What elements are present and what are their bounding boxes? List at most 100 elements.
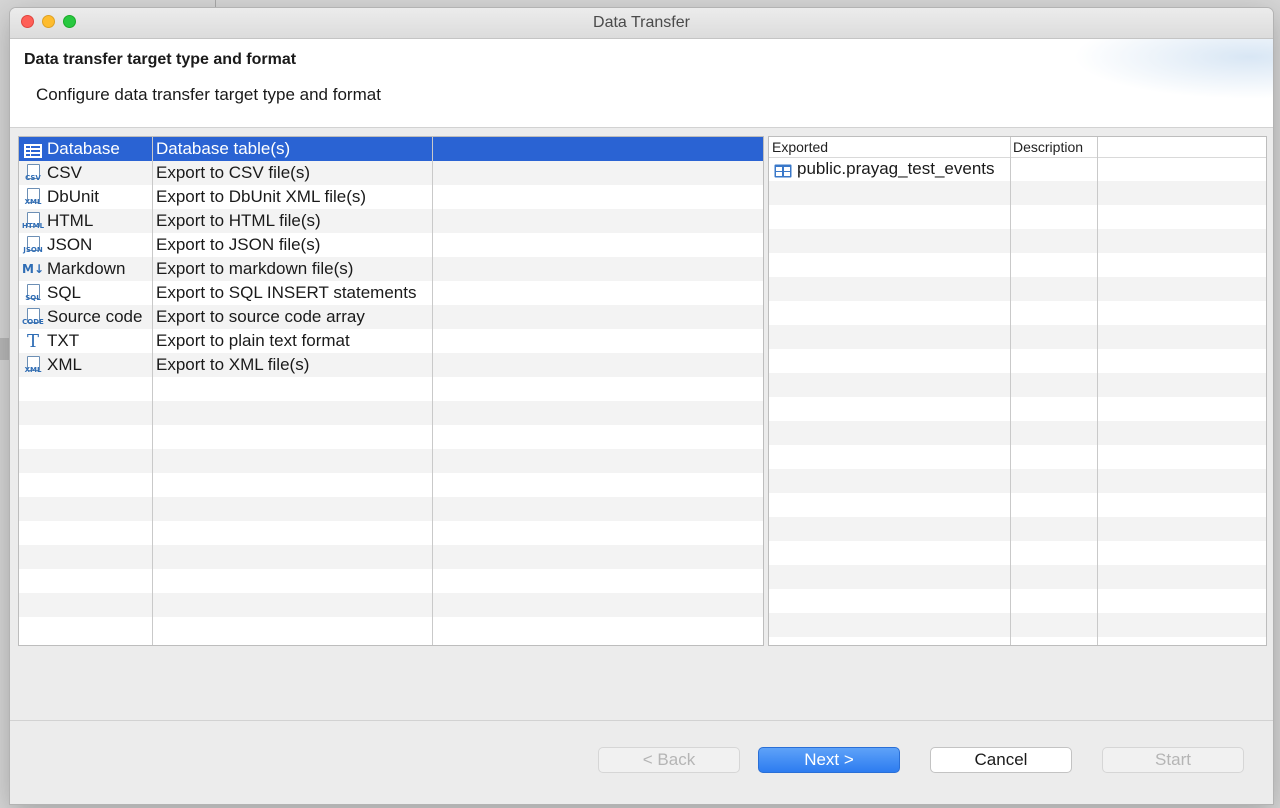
empty-row	[769, 421, 1266, 445]
xml-file-icon: XML	[22, 356, 44, 374]
format-name: Source code	[47, 307, 143, 326]
format-row-dbunit[interactable]: XML DbUnit Export to DbUnit XML file(s)	[19, 185, 763, 209]
database-icon	[22, 140, 44, 158]
format-row-txt[interactable]: T TXT Export to plain text format	[19, 329, 763, 353]
format-description: Export to CSV file(s)	[156, 163, 310, 182]
exported-description	[1014, 157, 1096, 181]
background-divider	[215, 0, 216, 8]
format-row-xml[interactable]: XML XML Export to XML file(s)	[19, 353, 763, 377]
page-description: Configure data transfer target type and …	[36, 85, 381, 104]
empty-row	[769, 181, 1266, 205]
empty-row	[769, 277, 1266, 301]
format-row-csv[interactable]: CSV CSV Export to CSV file(s)	[19, 161, 763, 185]
window-title: Data Transfer	[593, 14, 690, 31]
data-transfer-dialog: Data Transfer Data transfer target type …	[10, 8, 1273, 804]
column-header-exported[interactable]: Exported	[769, 137, 828, 157]
format-description: Database table(s)	[156, 139, 291, 158]
column-header-description[interactable]: Description	[1010, 137, 1083, 157]
empty-row	[19, 545, 763, 569]
empty-row	[19, 449, 763, 473]
background-element	[0, 338, 10, 360]
empty-row	[769, 205, 1266, 229]
empty-row	[19, 473, 763, 497]
format-table[interactable]: Database Database table(s) CSV CSV Export to…	[18, 136, 764, 646]
format-description: Export to HTML file(s)	[156, 211, 321, 230]
empty-row	[19, 425, 763, 449]
empty-row	[769, 589, 1266, 613]
empty-row	[19, 401, 763, 425]
format-name: SQL	[47, 283, 82, 302]
format-description: Export to SQL INSERT statements	[156, 283, 417, 302]
empty-row	[769, 469, 1266, 493]
format-row-source-code[interactable]: CODE Source code Export to source code arr…	[19, 305, 763, 329]
empty-row	[19, 377, 763, 401]
minimize-window-button[interactable]	[42, 15, 55, 28]
exported-table[interactable]: public.prayag_test_events Exported Descr…	[768, 136, 1267, 646]
csv-file-icon: CSV	[22, 164, 44, 182]
empty-row	[19, 497, 763, 521]
format-name: DbUnit	[47, 187, 99, 206]
format-row-sql[interactable]: SQL SQL Export to SQL INSERT statements	[19, 281, 763, 305]
table-icon	[772, 160, 794, 178]
format-row-markdown[interactable]: M↓ Markdown Export to markdown file(s)	[19, 257, 763, 281]
wizard-header: Data transfer target type and format Con…	[10, 39, 1273, 128]
format-description: Export to markdown file(s)	[156, 259, 354, 278]
format-name: JSON	[47, 235, 93, 254]
json-file-icon: JSON	[22, 236, 44, 254]
format-name: Markdown	[47, 259, 126, 278]
empty-row	[19, 521, 763, 545]
format-description: Export to source code array	[156, 307, 365, 326]
format-description: Export to XML file(s)	[156, 355, 310, 374]
text-icon: T	[26, 330, 39, 352]
back-button[interactable]: < Back	[598, 747, 740, 773]
exported-row[interactable]: public.prayag_test_events	[769, 157, 1266, 181]
close-window-button[interactable]	[21, 15, 34, 28]
empty-row	[769, 565, 1266, 589]
format-row-html[interactable]: HTML HTML Export to HTML file(s)	[19, 209, 763, 233]
empty-row	[769, 253, 1266, 277]
empty-row	[769, 349, 1266, 373]
column-divider	[1097, 137, 1098, 645]
header-banner-graphic	[1073, 39, 1273, 99]
column-divider	[1010, 137, 1011, 645]
format-description: Export to DbUnit XML file(s)	[156, 187, 367, 206]
html-file-icon: HTML	[22, 212, 44, 230]
empty-row	[19, 617, 763, 641]
empty-row	[19, 569, 763, 593]
xml-file-icon: XML	[22, 188, 44, 206]
format-row-database[interactable]: Database Database table(s)	[19, 137, 763, 161]
button-bar: < Back Next > Cancel Start	[10, 720, 1273, 804]
code-file-icon: CODE	[22, 308, 44, 326]
next-button[interactable]: Next >	[758, 747, 900, 773]
cancel-button[interactable]: Cancel	[930, 747, 1072, 773]
format-name: HTML	[47, 211, 94, 230]
empty-row	[769, 613, 1266, 637]
window-controls	[21, 15, 76, 28]
format-name: TXT	[47, 331, 80, 350]
empty-row	[769, 637, 1266, 645]
empty-row	[769, 301, 1266, 325]
format-description: Export to JSON file(s)	[156, 235, 321, 254]
format-description: Export to plain text format	[156, 331, 350, 350]
format-name: XML	[47, 355, 82, 374]
empty-row	[769, 517, 1266, 541]
empty-row	[769, 325, 1266, 349]
table-header: Exported Description	[769, 137, 1266, 158]
page-title: Data transfer target type and format	[24, 51, 297, 68]
markdown-icon: M↓	[22, 262, 44, 276]
zoom-window-button[interactable]	[63, 15, 76, 28]
empty-row	[769, 493, 1266, 517]
empty-row	[769, 229, 1266, 253]
start-button[interactable]: Start	[1102, 747, 1244, 773]
column-divider	[152, 137, 153, 645]
sql-file-icon: SQL	[22, 284, 44, 302]
format-row-json[interactable]: JSON JSON Export to JSON file(s)	[19, 233, 763, 257]
empty-row	[769, 445, 1266, 469]
empty-row	[19, 593, 763, 617]
empty-row	[769, 373, 1266, 397]
format-name: CSV	[47, 163, 82, 182]
title-bar[interactable]: Data Transfer	[10, 8, 1273, 39]
exported-name: public.prayag_test_events	[797, 159, 995, 178]
empty-row	[769, 541, 1266, 565]
column-divider	[432, 137, 433, 645]
